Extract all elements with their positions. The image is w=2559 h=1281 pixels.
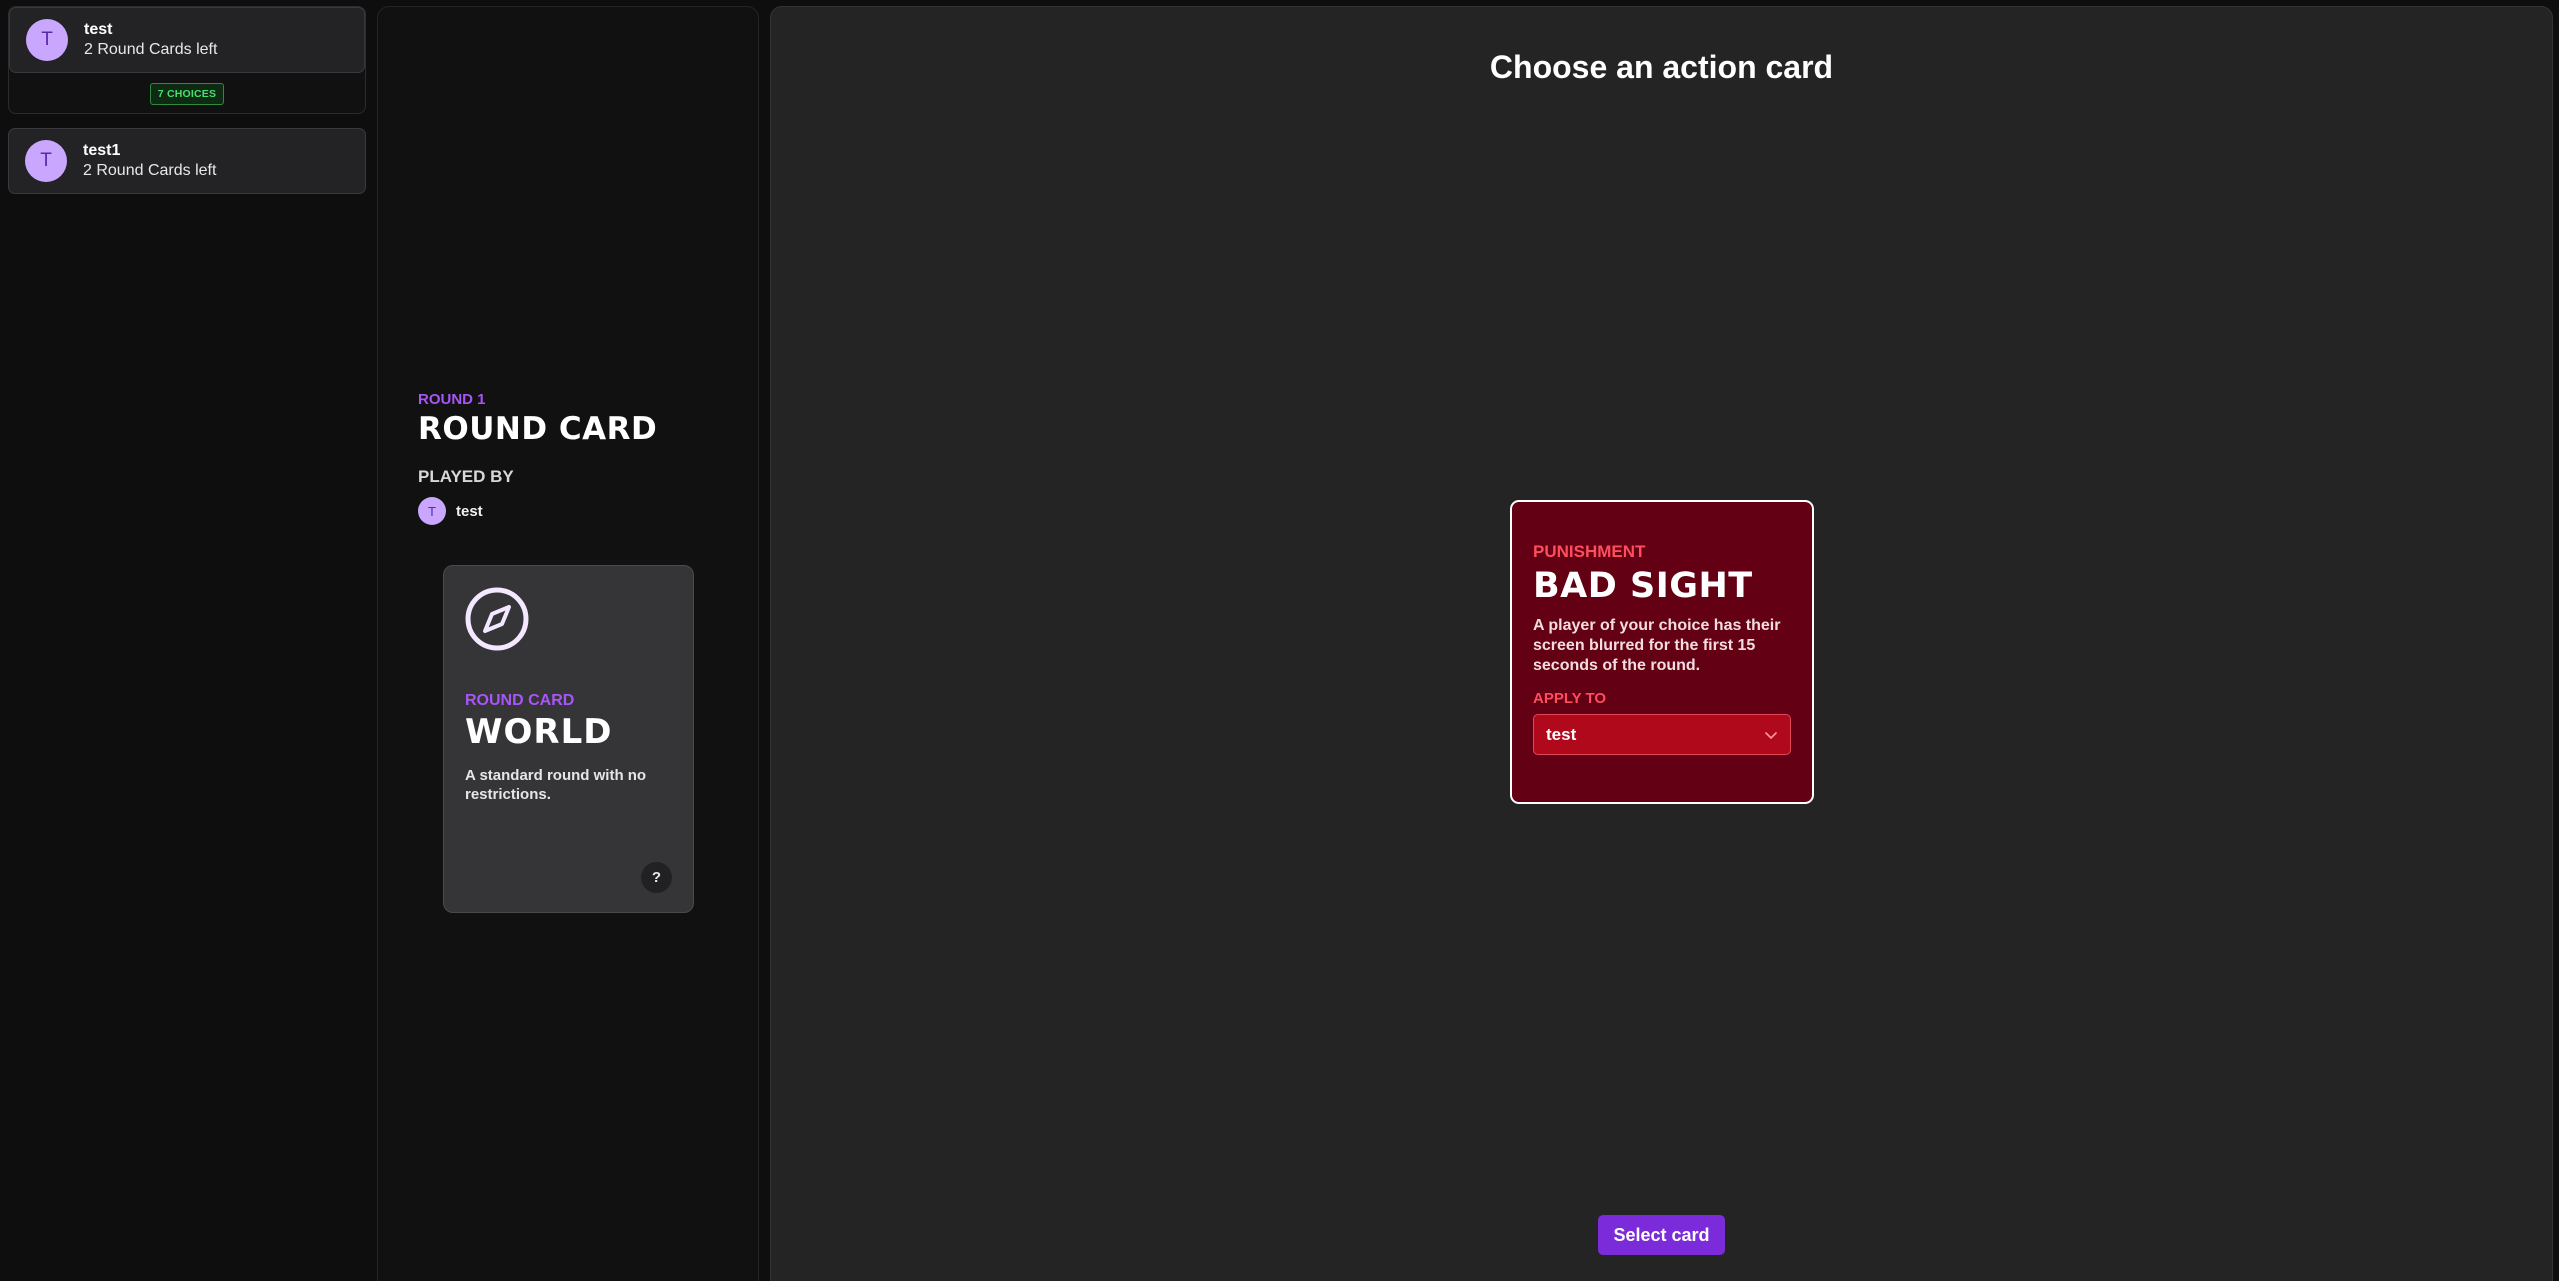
action-card-bad-sight[interactable]: PUNISHMENT BAD SIGHT A player of your ch… [1510, 500, 1814, 804]
app-root: T test 2 Round Cards left 7 CHOICES T te… [0, 0, 2559, 1281]
apply-to-select[interactable]: test [1533, 714, 1791, 755]
player-card[interactable]: T test1 2 Round Cards left [8, 128, 366, 194]
select-card-button[interactable]: Select card [1598, 1215, 1725, 1255]
players-list: T test 2 Round Cards left 7 CHOICES T te… [8, 6, 366, 194]
player-name: test1 [83, 142, 121, 159]
compass-icon [465, 587, 529, 651]
card-description: A player of your choice has their screen… [1533, 617, 1781, 674]
avatar: T [418, 497, 446, 525]
card-name: WORLD [465, 712, 613, 752]
card-name: BAD SIGHT [1533, 566, 1753, 606]
choices-badge: 7 CHOICES [149, 83, 225, 105]
player-info: test 2 Round Cards left [84, 20, 217, 60]
card-type: ROUND CARD [465, 692, 575, 709]
round-card-world[interactable]: ROUND CARD WORLD A standard round with n… [443, 565, 694, 913]
player-group-active: T test 2 Round Cards left 7 CHOICES [8, 6, 366, 114]
chevron-down-icon [1765, 731, 1777, 739]
player-cards-left: 2 Round Cards left [83, 162, 217, 179]
player-name: test [84, 21, 113, 38]
player-card[interactable]: T test 2 Round Cards left [9, 7, 365, 73]
played-by-player: T test [418, 497, 483, 525]
avatar: T [25, 140, 67, 182]
card-description: A standard round with no restrictions. [465, 767, 647, 803]
played-by-name: test [456, 502, 483, 520]
round-number: ROUND 1 [418, 391, 486, 408]
apply-to-value: test [1546, 724, 1577, 744]
apply-to-label: APPLY TO [1533, 690, 1607, 707]
help-button[interactable]: ? [641, 862, 672, 893]
player-cards-left: 2 Round Cards left [84, 41, 218, 58]
round-panel: ROUND 1 ROUND CARD PLAYED BY T test ROUN… [377, 6, 759, 1281]
avatar: T [26, 19, 68, 61]
player-info: test1 2 Round Cards left [83, 141, 216, 181]
played-by-label: PLAYED BY [418, 467, 514, 486]
main-area: Choose an action card PUNISHMENT BAD SIG… [770, 6, 2553, 1281]
card-type: PUNISHMENT [1533, 542, 1646, 561]
choices-row: 7 CHOICES [9, 73, 365, 113]
round-title: ROUND CARD [418, 411, 658, 447]
page-title: Choose an action card [1489, 49, 1834, 85]
